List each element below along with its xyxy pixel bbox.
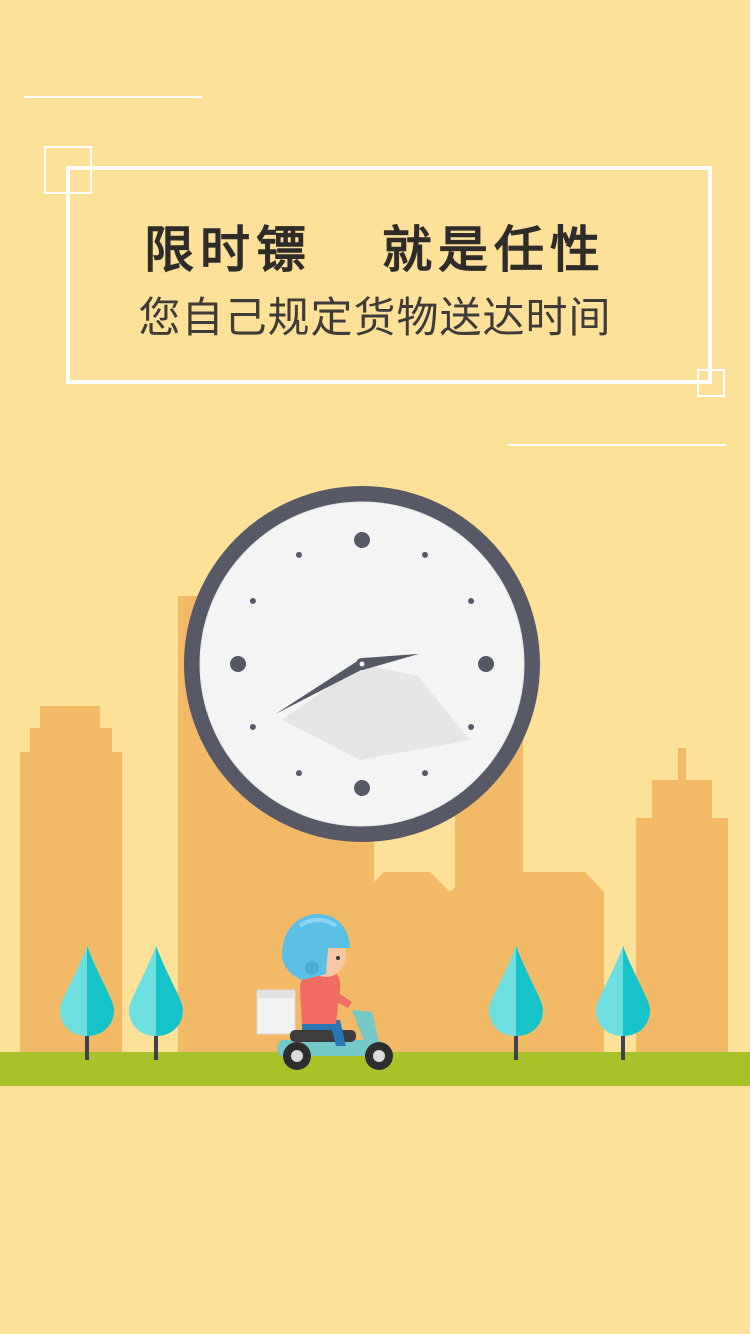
clock-tick — [296, 551, 302, 558]
delivery-illustration — [0, 486, 750, 1086]
building-right — [636, 748, 728, 1052]
tree-2 — [129, 946, 183, 1060]
clock-tick — [249, 724, 256, 730]
clock-tick — [249, 598, 256, 604]
clock-tick — [422, 770, 428, 777]
clock-hour-marker — [354, 780, 370, 796]
clock-tick — [296, 770, 302, 777]
clock-hour-marker — [354, 532, 370, 548]
clock-tick — [468, 724, 475, 730]
clock-hour-marker — [230, 656, 246, 672]
clock-icon — [184, 486, 540, 842]
clock-tick — [468, 598, 475, 604]
clock-tick — [422, 551, 428, 558]
splash-screen: 限时镖 就是任性 您自己规定货物送达时间 — [0, 0, 750, 1334]
clock-hour-marker — [478, 656, 494, 672]
building-house-2 — [366, 872, 450, 1052]
